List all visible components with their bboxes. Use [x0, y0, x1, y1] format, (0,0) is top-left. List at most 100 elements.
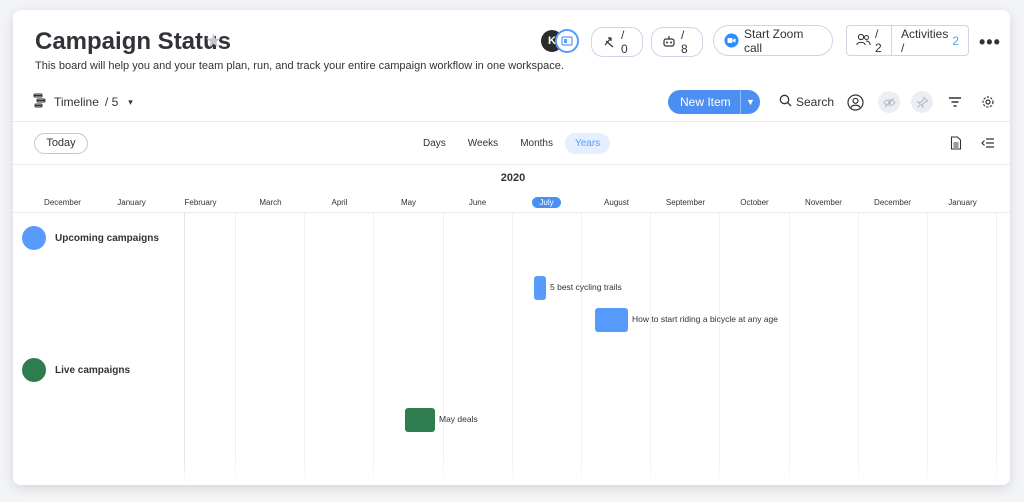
divider	[13, 121, 1010, 122]
month-label: January	[928, 198, 997, 207]
year-label: 2020	[500, 172, 526, 184]
month-label: December	[858, 198, 927, 207]
person-filter-icon[interactable]	[844, 91, 866, 113]
zoom-label: Start Zoom call	[744, 26, 804, 55]
search-button[interactable]: Search	[779, 94, 834, 110]
hide-columns-icon[interactable]	[878, 91, 900, 113]
integrations-count: / 8	[681, 28, 688, 56]
month-label: August	[582, 198, 651, 207]
board-subscribers[interactable]: K	[541, 29, 581, 53]
month-text: July	[532, 197, 561, 208]
grid-line	[512, 213, 513, 485]
new-item-button[interactable]: New Item ▼	[668, 90, 760, 114]
month-text: November	[805, 198, 842, 207]
zoom-icon	[724, 33, 739, 48]
scale-days[interactable]: Days	[413, 133, 456, 154]
timeline-item-bar[interactable]	[595, 308, 628, 332]
month-text: January	[117, 198, 146, 207]
automations-button[interactable]: / 0	[591, 27, 643, 57]
month-text: September	[665, 198, 706, 207]
month-label: February	[166, 198, 235, 207]
grid-line	[581, 213, 582, 485]
grid-line	[373, 213, 374, 485]
members-icon	[856, 33, 871, 49]
view-name: Timeline	[54, 95, 99, 109]
filter-icon[interactable]	[944, 91, 966, 113]
activities-count: 2	[952, 33, 959, 48]
view-selector[interactable]: Timeline / 5 ▾	[33, 93, 133, 111]
more-options-icon[interactable]: •••	[979, 32, 1001, 53]
activities-button[interactable]: Activities / 2	[892, 26, 968, 55]
month-text: October	[740, 198, 769, 207]
month-label: June	[443, 198, 512, 207]
automations-icon	[602, 35, 616, 49]
grid-line	[858, 213, 859, 485]
group-column-divider	[184, 213, 185, 485]
scale-years[interactable]: Years	[564, 133, 611, 154]
pin-icon[interactable]	[911, 91, 933, 113]
members-activities-group: / 2 Activities / 2	[846, 25, 969, 56]
month-text: January	[948, 198, 977, 207]
month-text: August	[604, 198, 629, 207]
timeline-item-bar[interactable]	[534, 276, 546, 300]
group-name: Live campaigns	[55, 364, 131, 376]
month-label: April	[305, 198, 374, 207]
month-text: December	[874, 198, 911, 207]
group-color-dot	[22, 226, 46, 250]
month-label: March	[236, 198, 305, 207]
chevron-down-icon: ▾	[128, 96, 133, 107]
grid-line	[927, 213, 928, 485]
group-live-campaigns[interactable]: Live campaigns	[22, 358, 130, 382]
grid-line	[235, 213, 236, 485]
new-item-label: New Item	[680, 95, 731, 109]
grid-line	[996, 213, 997, 485]
divider	[13, 164, 1010, 165]
month-label: January	[97, 198, 166, 207]
timeline-grid: Upcoming campaigns 5 best cycling trails…	[13, 213, 1010, 485]
board-card: Campaign Status ★ This board will help y…	[13, 10, 1010, 485]
board-description[interactable]: This board will help you and your team p…	[35, 60, 564, 72]
board-title[interactable]: Campaign Status	[35, 28, 231, 56]
export-icon[interactable]	[950, 136, 962, 155]
month-label: October	[720, 198, 789, 207]
grid-line	[304, 213, 305, 485]
timeline-icon	[33, 93, 48, 111]
month-text: May	[400, 198, 417, 207]
search-icon	[779, 94, 792, 110]
month-label: December	[28, 198, 97, 207]
members-button[interactable]: / 2	[847, 26, 891, 55]
timeline-item-label: How to start riding a bicycle at any age	[632, 314, 778, 324]
month-label: May	[374, 198, 443, 207]
timeline-item-label: May deals	[439, 414, 478, 424]
scroll-fade	[13, 459, 1010, 485]
grid-line	[719, 213, 720, 485]
start-zoom-call-button[interactable]: Start Zoom call	[713, 25, 833, 56]
scale-weeks[interactable]: Weeks	[458, 133, 508, 154]
settings-gear-icon[interactable]	[977, 91, 999, 113]
month-text: March	[259, 198, 282, 207]
automations-count: / 0	[621, 28, 628, 56]
chevron-down-icon[interactable]: ▼	[741, 97, 760, 107]
collapse-groups-icon[interactable]	[981, 136, 995, 154]
group-color-dot	[22, 358, 46, 382]
grid-line	[443, 213, 444, 485]
integrations-icon	[662, 35, 676, 49]
month-text: June	[468, 198, 487, 207]
timeline-item-bar[interactable]	[405, 408, 435, 432]
month-label: September	[651, 198, 720, 207]
integrations-button[interactable]: / 8	[651, 27, 703, 57]
scale-months[interactable]: Months	[510, 133, 563, 154]
group-upcoming-campaigns[interactable]: Upcoming campaigns	[22, 226, 159, 250]
month-text: April	[331, 198, 348, 207]
favorite-star-icon[interactable]: ★	[205, 30, 222, 53]
activities-label: Activities /	[900, 26, 949, 55]
scale-switcher: Days Weeks Months Years	[413, 133, 612, 154]
month-label: November	[789, 198, 858, 207]
grid-line	[650, 213, 651, 485]
today-button[interactable]: Today	[34, 133, 88, 154]
guest-avatar-icon[interactable]	[555, 29, 579, 53]
members-count: / 2	[875, 26, 882, 55]
month-text: February	[184, 198, 217, 207]
month-label: July	[512, 197, 581, 208]
view-count: / 5	[104, 95, 119, 109]
